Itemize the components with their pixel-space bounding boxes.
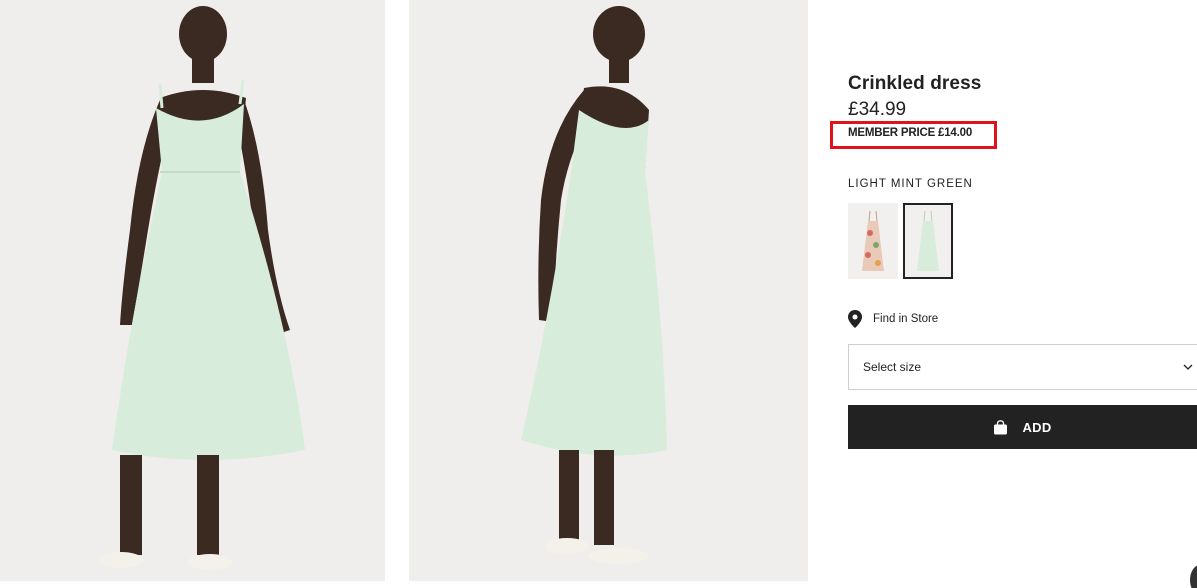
find-in-store-label: Find in Store	[873, 313, 939, 325]
light-mint-green-swatch[interactable]	[903, 203, 953, 279]
shopping-bag-icon	[994, 419, 1008, 434]
product-title: Crinkled dress	[848, 73, 982, 94]
member-price: MEMBER PRICE £14.00	[848, 127, 973, 139]
add-to-bag-button[interactable]: ADD	[848, 405, 1197, 449]
model-side-illustration	[409, 0, 808, 581]
floral-print-swatch[interactable]	[848, 203, 898, 279]
mint-dress-thumbnail	[905, 205, 951, 277]
model-front-illustration	[0, 0, 385, 581]
chevron-down-icon	[1183, 364, 1193, 370]
size-select-label: Select size	[863, 360, 922, 374]
product-image-side[interactable]	[409, 0, 808, 581]
size-select-dropdown[interactable]: Select size	[848, 344, 1197, 390]
add-to-bag-label: ADD	[1022, 419, 1052, 435]
product-price: £34.99	[848, 99, 907, 120]
location-pin-icon	[848, 310, 862, 328]
floral-dress-thumbnail	[848, 203, 898, 279]
product-info-panel: Crinkled dress £34.99 MEMBER PRICE £14.0…	[830, 0, 1197, 588]
find-in-store-link[interactable]: Find in Store	[848, 310, 938, 328]
selected-color-label: LIGHT MINT GREEN	[848, 178, 973, 190]
product-image-front[interactable]	[0, 0, 385, 581]
